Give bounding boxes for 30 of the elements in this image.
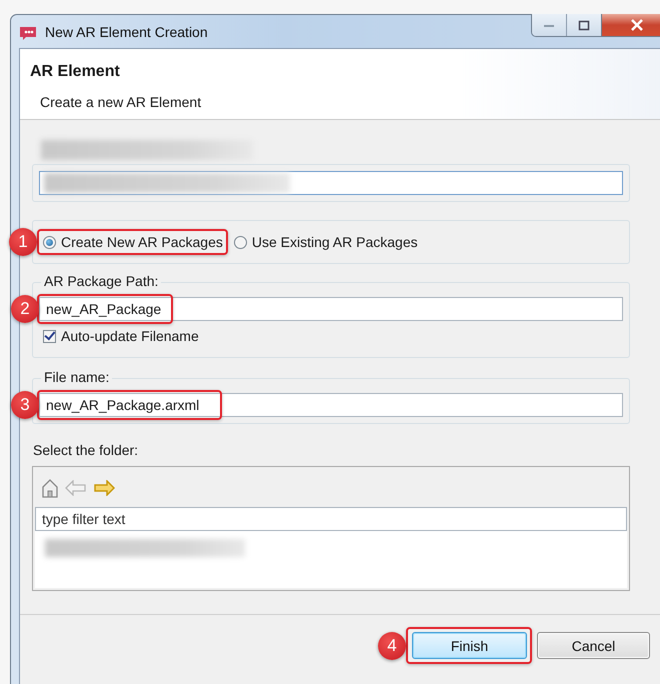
radio-icon[interactable] [43,236,56,248]
close-icon [630,19,644,31]
back-arrow-icon[interactable] [65,480,87,496]
section-label: Select the folder: [33,442,140,458]
input-field[interactable]: new_AR_Package [39,297,623,321]
maximize-button[interactable] [566,14,601,36]
callout-badge: 3 [11,391,39,419]
radio-option[interactable]: Create New AR Packages [43,234,223,250]
filter-field[interactable]: type filter text [35,507,627,531]
input-field[interactable]: new_AR_Package.arxml [39,393,623,417]
minimize-icon [543,22,555,28]
field-label: File name: [41,369,112,385]
input-field[interactable] [39,171,623,195]
radio-icon[interactable] [234,236,247,248]
checkbox-icon[interactable] [43,330,56,342]
page-title: AR Element [30,63,121,81]
radio-option[interactable]: Use Existing AR Packages [234,234,418,250]
home-icon[interactable] [41,478,59,498]
callout-badge: 1 [9,228,37,256]
window-title: New AR Element Creation [45,24,208,40]
page-description: Create a new AR Element [40,94,202,110]
finish-button[interactable]: Finish [412,632,527,659]
maximize-icon [578,20,590,30]
forward-arrow-icon[interactable] [93,480,115,496]
field-label: AR Package Path: [41,273,162,289]
checkbox-option[interactable]: Auto-update Filename [43,328,199,344]
callout-badge: 4 [378,632,406,660]
close-button[interactable] [601,14,660,36]
cancel-button[interactable]: Cancel [537,632,650,659]
callout-badge: 2 [11,295,39,323]
